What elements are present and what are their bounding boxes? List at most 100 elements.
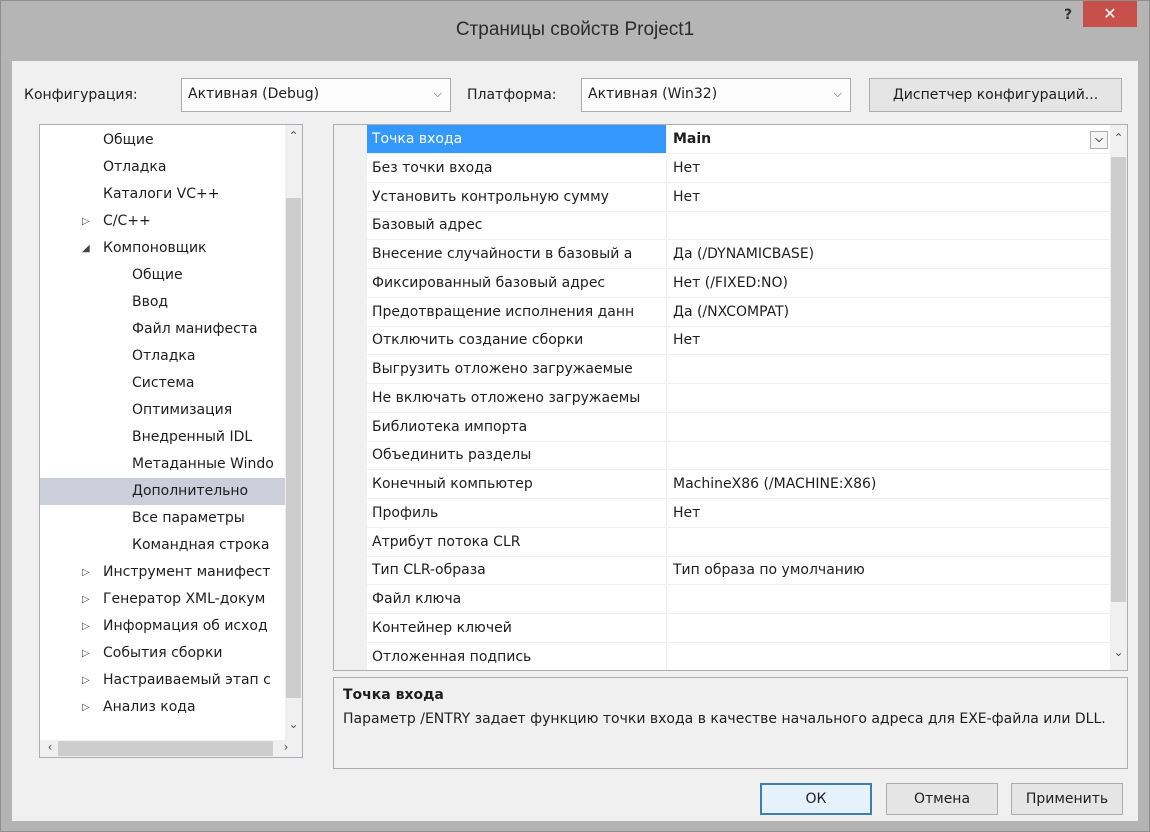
property-value[interactable]: Main ⌵	[668, 125, 1111, 154]
property-row[interactable]: Конечный компьютер MachineX86 (/MACHINE:X…	[334, 470, 1111, 499]
property-name[interactable]: Внесение случайности в базовый а	[367, 240, 667, 269]
expand-icon[interactable]: ▷	[82, 667, 90, 694]
property-value[interactable]	[668, 384, 1111, 413]
tree-item[interactable]: Отладка	[40, 154, 288, 181]
property-name[interactable]: Контейнер ключей	[367, 613, 667, 643]
property-row[interactable]: Отложенная подпись	[334, 642, 1111, 670]
tree-item[interactable]: Все параметры	[40, 505, 288, 532]
expand-icon[interactable]: ▷	[82, 586, 90, 613]
config-manager-button[interactable]: Диспетчер конфигураций...	[869, 78, 1122, 112]
tree-item[interactable]: Общие	[40, 262, 288, 289]
expand-icon[interactable]: ▷	[82, 208, 90, 235]
property-value[interactable]: Нет	[668, 154, 1111, 183]
expand-icon[interactable]: ▷	[82, 640, 90, 667]
property-value[interactable]	[668, 441, 1111, 471]
property-row[interactable]: Предотвращение исполнения данн Да (/NXCOM…	[334, 297, 1111, 327]
property-name[interactable]: Не включать отложено загружаемы	[367, 383, 667, 413]
tree-item[interactable]: ▷ Настраиваемый этап с	[40, 667, 288, 694]
property-row[interactable]: Не включать отложено загружаемы	[334, 383, 1111, 413]
cancel-button[interactable]: Отмена	[886, 783, 998, 815]
property-name[interactable]: Атрибут потока CLR	[367, 527, 667, 557]
scroll-up-icon[interactable]: ⌃	[1110, 131, 1127, 145]
platform-select[interactable]: Активная (Win32) ⌵	[581, 78, 851, 112]
tree-horizontal-scrollbar[interactable]: ‹ ›	[40, 740, 302, 757]
tree-item[interactable]: Командная строка	[40, 532, 288, 559]
property-value[interactable]: Нет	[668, 183, 1111, 212]
expand-icon[interactable]: ▷	[82, 694, 90, 721]
property-name[interactable]: Точка входа	[367, 125, 667, 154]
property-row[interactable]: Библиотека импорта	[334, 412, 1111, 442]
property-name[interactable]: Установить контрольную сумму	[367, 182, 667, 212]
property-value[interactable]: Нет (/FIXED:NO)	[668, 269, 1111, 298]
tree-item[interactable]: ▷ Анализ кода	[40, 694, 288, 721]
property-row[interactable]: Фиксированный базовый адрес Нет (/FIXED:N…	[334, 268, 1111, 298]
property-value[interactable]: Тип образа по умолчанию	[668, 556, 1111, 586]
property-name[interactable]: Профиль	[367, 498, 667, 528]
tree-vertical-scrollbar[interactable]: ⌃ ⌄	[285, 125, 302, 740]
property-value[interactable]: Нет	[668, 326, 1111, 356]
close-button[interactable]: ✕	[1083, 1, 1137, 27]
property-value[interactable]	[668, 614, 1111, 643]
scroll-thumb[interactable]	[58, 741, 273, 756]
property-value[interactable]: Нет	[668, 499, 1111, 528]
tree-item[interactable]: Внедренный IDL	[40, 424, 288, 451]
property-row[interactable]: Тип CLR-образа Тип образа по умолчанию	[334, 556, 1111, 586]
property-name[interactable]: Фиксированный базовый адрес	[367, 268, 667, 298]
property-row[interactable]: Внесение случайности в базовый а Да (/DYN…	[334, 240, 1111, 269]
tree-item[interactable]: Система	[40, 370, 288, 397]
tree-item[interactable]: ▷ События сборки	[40, 640, 288, 667]
property-value[interactable]: MachineX86 (/MACHINE:X86)	[668, 470, 1111, 499]
tree-item[interactable]: Файл манифеста	[40, 316, 288, 343]
property-row[interactable]: Выгрузить отложено загружаемые	[334, 355, 1111, 384]
property-row[interactable]: Отключить создание сборки Нет	[334, 326, 1111, 356]
ok-button[interactable]: ОК	[760, 783, 872, 815]
tree-item[interactable]: Каталоги VC++	[40, 181, 288, 208]
tree-item[interactable]: Оптимизация	[40, 397, 288, 424]
property-row[interactable]: Профиль Нет	[334, 498, 1111, 528]
property-value[interactable]	[668, 211, 1111, 241]
property-name[interactable]: Отключить создание сборки	[367, 326, 667, 356]
grid-vertical-scrollbar[interactable]: ⌃ ⌄	[1110, 125, 1127, 670]
scroll-up-icon[interactable]: ⌃	[285, 129, 302, 143]
scroll-thumb[interactable]	[286, 198, 301, 698]
property-name[interactable]: Базовый адрес	[367, 211, 667, 241]
property-name[interactable]: Без точки входа	[367, 153, 667, 183]
help-button[interactable]: ?	[1053, 5, 1083, 27]
scroll-left-icon[interactable]: ‹	[44, 740, 56, 754]
tree-item[interactable]: ▷ C/C++	[40, 208, 288, 235]
tree-item[interactable]: ▷ Информация об исход	[40, 613, 288, 640]
apply-button[interactable]: Применить	[1011, 783, 1123, 815]
property-value[interactable]	[668, 413, 1111, 442]
property-value[interactable]: Да (/NXCOMPAT)	[668, 298, 1111, 327]
tree-item[interactable]: Метаданные Windo	[40, 451, 288, 478]
property-row[interactable]: Атрибут потока CLR	[334, 527, 1111, 557]
property-value[interactable]	[668, 355, 1111, 384]
property-grid[interactable]: Точка входа Main ⌵ Без точки входа Нет Устано…	[333, 124, 1128, 671]
property-name[interactable]: Предотвращение исполнения данн	[367, 297, 667, 327]
property-value[interactable]: Да (/DYNAMICBASE)	[668, 240, 1111, 269]
tree-item[interactable]: Ввод	[40, 289, 288, 316]
scroll-down-icon[interactable]: ⌄	[285, 717, 302, 731]
title-bar[interactable]: Страницы свойств Project1 ? ✕	[1, 1, 1149, 61]
tree-item[interactable]: Дополнительно	[40, 478, 288, 505]
property-name[interactable]: Отложенная подпись	[367, 642, 667, 670]
property-name[interactable]: Тип CLR-образа	[367, 556, 667, 586]
property-name[interactable]: Конечный компьютер	[367, 470, 667, 499]
tree-item[interactable]: Отладка	[40, 343, 288, 370]
property-row[interactable]: Базовый адрес	[334, 211, 1111, 241]
property-name[interactable]: Библиотека импорта	[367, 412, 667, 442]
property-name[interactable]: Объединить разделы	[367, 441, 667, 471]
tree-item[interactable]: ◢ Компоновщик	[40, 235, 288, 262]
tree-item[interactable]: ▷ Инструмент манифест	[40, 559, 288, 586]
property-name[interactable]: Выгрузить отложено загружаемые	[367, 355, 667, 384]
scroll-down-icon[interactable]: ⌄	[1110, 645, 1127, 659]
property-row[interactable]: Объединить разделы	[334, 441, 1111, 471]
property-value[interactable]	[668, 585, 1111, 614]
property-row[interactable]: Установить контрольную сумму Нет	[334, 182, 1111, 212]
expand-icon[interactable]: ▷	[82, 559, 90, 586]
property-row[interactable]: Файл ключа	[334, 585, 1111, 614]
value-dropdown-icon[interactable]: ⌵	[1090, 131, 1108, 149]
tree-item[interactable]: Общие	[40, 127, 288, 154]
scroll-thumb[interactable]	[1111, 157, 1126, 602]
property-row[interactable]: Точка входа Main ⌵	[334, 125, 1111, 154]
